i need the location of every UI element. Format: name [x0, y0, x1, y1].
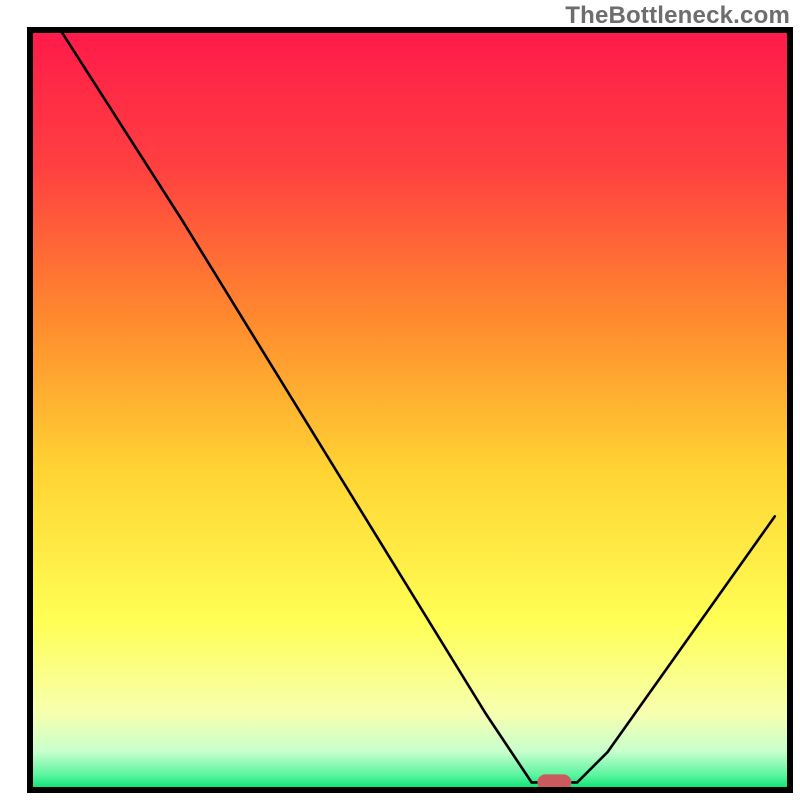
- gradient-background: [30, 30, 790, 790]
- watermark-label: TheBottleneck.com: [565, 2, 790, 30]
- chart-svg: [0, 0, 800, 800]
- bottleneck-chart: TheBottleneck.com: [0, 0, 800, 800]
